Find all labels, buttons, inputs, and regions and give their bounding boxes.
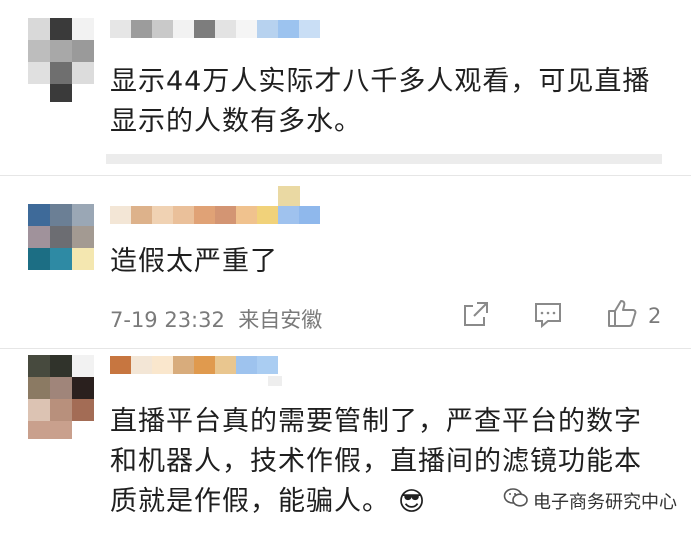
watermark-text: 电子商务研究中心 [533, 491, 677, 513]
share-icon[interactable] [462, 300, 490, 328]
sunglasses-emoji-icon: 😎 [398, 487, 427, 517]
like-count: 2 [648, 304, 662, 328]
wechat-icon [503, 487, 529, 514]
avatar[interactable] [28, 355, 94, 421]
avatar[interactable] [28, 18, 94, 84]
avatar-bottom-block [50, 84, 72, 102]
watermark: 电子商务研究中心 [503, 487, 677, 514]
blurred-strip [106, 154, 662, 164]
like-icon[interactable] [606, 298, 638, 330]
divider [0, 348, 691, 349]
comment-text: 造假太严重了 [110, 246, 278, 277]
username-blurred[interactable] [110, 20, 320, 38]
username-blurred-top [278, 186, 300, 206]
comment-icon[interactable] [533, 300, 563, 330]
comment-time: 7-19 23:32 来自安徽 [110, 308, 323, 332]
comment-text: 显示44万人实际才八千多人观看，可见直播 显示的人数有多水。 [110, 66, 651, 137]
username-blurred-bottom [268, 376, 282, 386]
avatar[interactable] [28, 204, 94, 270]
comment-location: 来自安徽 [238, 308, 323, 332]
divider [0, 175, 691, 176]
avatar-bottom-block [28, 421, 72, 439]
username-blurred[interactable] [110, 356, 278, 376]
username-blurred[interactable] [110, 206, 320, 226]
